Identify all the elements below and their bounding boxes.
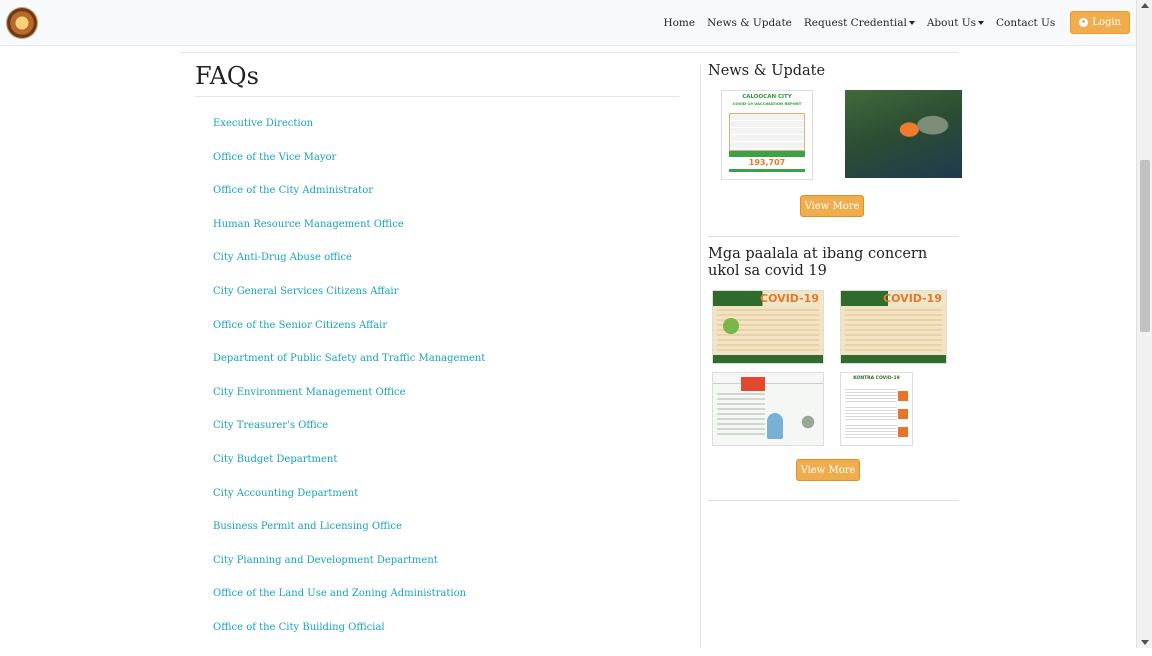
faq-link[interactable]: City Anti-Drug Abuse office (213, 252, 485, 286)
nav-news-update[interactable]: News & Update (707, 17, 792, 29)
faq-link[interactable]: Business Permit and Licensing Office (213, 521, 485, 555)
faq-link[interactable]: City Planning and Development Department (213, 555, 485, 589)
nav-contact-us[interactable]: Contact Us (996, 17, 1055, 29)
bantay-kalusugan-poster-thumbnail[interactable] (712, 372, 824, 446)
login-label: Login (1092, 17, 1121, 28)
faq-link[interactable]: City Accounting Department (213, 488, 485, 522)
poster-step-icon (898, 409, 908, 419)
top-navbar: Home News & Update Request Credential Ab… (0, 0, 1137, 46)
faq-link[interactable]: Human Resource Management Office (213, 219, 485, 253)
divider (708, 500, 958, 501)
reminders-view-more-button[interactable]: View More (796, 459, 860, 481)
poster-badge (741, 377, 765, 391)
poster-text-row (845, 389, 897, 403)
faq-link[interactable]: City General Services Citizens Affair (213, 286, 485, 320)
nav-about-us[interactable]: About Us (926, 16, 985, 29)
caret-down-icon (978, 20, 985, 25)
vaccine-total: 193,707 (748, 158, 786, 167)
poster-title: COVID-19 (760, 292, 819, 305)
poster-footer (841, 355, 946, 363)
vaccine-table (729, 113, 805, 151)
nav-news-label: News & Update (707, 16, 792, 29)
vertical-scrollbar[interactable] (1136, 0, 1152, 648)
vaccine-card-title: CALOOCAN CITY (742, 94, 792, 100)
vaccine-card-subtitle: COVID-19 VACCINATION REPORT (732, 101, 802, 106)
divider (180, 52, 958, 53)
nav-about-label: About Us (926, 16, 977, 29)
nav-request-credential[interactable]: Request Credential (804, 17, 915, 29)
faq-list: Executive Direction Office of the Vice M… (213, 118, 485, 656)
poster-step-icon (898, 391, 908, 401)
view-more-label: View More (804, 200, 860, 212)
reminders-section-title: Mga paalala at ibang concern ukol sa cov… (708, 246, 928, 279)
vaccine-total-bar (729, 151, 805, 157)
city-seal-logo[interactable] (7, 8, 37, 38)
scroll-down-arrow-icon[interactable] (1141, 640, 1149, 645)
kontra-covid-poster-thumbnail[interactable]: KONTRA COVID-19 (840, 372, 913, 446)
faq-link[interactable]: Office of the Senior Citizens Affair (213, 320, 485, 354)
poster-text-row (845, 407, 897, 421)
poster-body (717, 393, 765, 437)
poster-header (713, 373, 823, 384)
news-photo-thumbnail[interactable] (845, 90, 962, 178)
faq-link[interactable]: City Budget Department (213, 454, 485, 488)
virus-icon (797, 411, 819, 433)
faq-link[interactable]: Office of the Land Use and Zoning Admini… (213, 588, 485, 622)
nav-request-label: Request Credential (803, 16, 907, 29)
poster-footer (713, 355, 823, 363)
doctor-icon (767, 413, 783, 439)
view-more-label: View More (800, 464, 856, 476)
news-view-more-button[interactable]: View More (800, 195, 864, 217)
faq-link[interactable]: City Treasurer's Office (213, 420, 485, 454)
faq-link[interactable]: Executive Direction (213, 118, 485, 152)
divider (708, 236, 958, 237)
scroll-thumb[interactable] (1140, 160, 1150, 332)
faq-link[interactable]: Office of the City Administrator (213, 185, 485, 219)
vaccination-report-thumbnail[interactable]: CALOOCAN CITY COVID-19 VACCINATION REPOR… (721, 90, 813, 180)
covid-hotlines-poster-thumbnail[interactable]: COVID-19 (840, 290, 947, 364)
faq-link[interactable]: Office of the Vice Mayor (213, 152, 485, 186)
nav-contact-label: Contact Us (996, 16, 1056, 29)
login-button[interactable]: Login (1070, 11, 1130, 34)
nav-home[interactable]: Home (663, 17, 695, 29)
poster-title: KONTRA COVID-19 (841, 373, 912, 385)
scroll-up-arrow-icon[interactable] (1141, 3, 1149, 8)
news-section-title: News & Update (708, 63, 826, 79)
nav-home-label: Home (663, 16, 696, 29)
user-icon (1079, 18, 1089, 27)
faq-link[interactable]: City Environment Management Office (213, 387, 485, 421)
page-title: FAQs (195, 62, 259, 90)
caret-down-icon (908, 20, 915, 25)
faq-link[interactable]: Office of the City Building Official (213, 622, 485, 656)
column-divider (700, 64, 701, 648)
plant-icon (719, 313, 743, 339)
nav-menu: Home News & Update Request Credential Ab… (651, 0, 1130, 45)
poster-text-row (845, 425, 897, 439)
poster-body (845, 309, 942, 353)
poster-step-icon (898, 427, 908, 437)
covid-poster-thumbnail[interactable]: COVID-19 (712, 290, 824, 364)
faq-link[interactable]: Department of Public Safety and Traffic … (213, 353, 485, 387)
vaccine-footer-bar (729, 169, 805, 172)
poster-title: COVID-19 (883, 292, 942, 305)
divider (195, 96, 679, 97)
